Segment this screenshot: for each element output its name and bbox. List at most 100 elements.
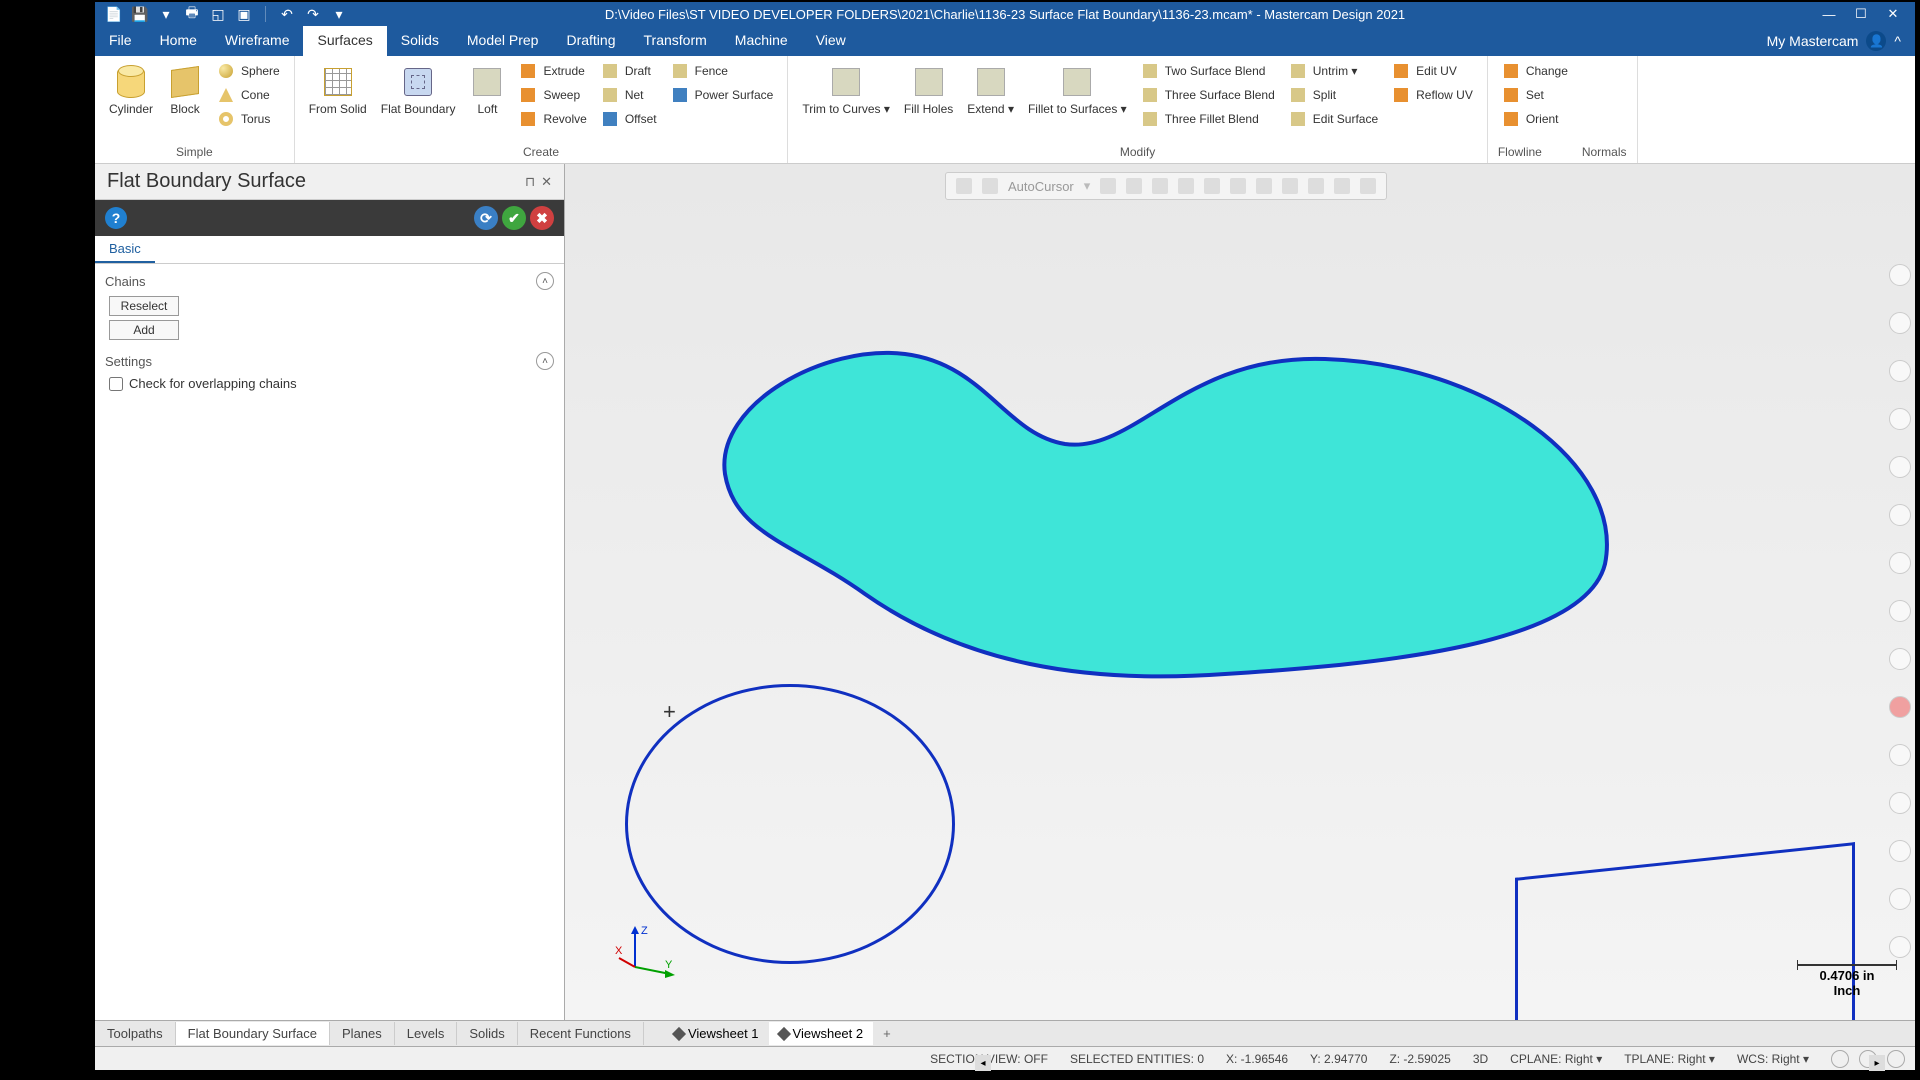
- collapse-settings-icon[interactable]: ˄: [536, 352, 554, 370]
- offset-button[interactable]: Offset: [597, 108, 661, 130]
- three-surface-blend-button[interactable]: Three Surface Blend: [1137, 84, 1279, 106]
- menu-view[interactable]: View: [802, 26, 860, 56]
- add-viewsheet-button[interactable]: +: [873, 1022, 901, 1045]
- menu-home[interactable]: Home: [146, 26, 211, 56]
- redo-icon[interactable]: ↷: [304, 5, 322, 23]
- rt-pan-icon[interactable]: [1889, 408, 1911, 430]
- snap-6-icon[interactable]: [1230, 178, 1246, 194]
- viewport[interactable]: AutoCursor ▾ +: [565, 164, 1915, 1020]
- rt-view5-icon[interactable]: [1889, 648, 1911, 670]
- block-button[interactable]: Block: [163, 60, 207, 120]
- snap-3-icon[interactable]: [1152, 178, 1168, 194]
- menu-file[interactable]: File: [95, 26, 146, 56]
- fillet-to-surfaces-button[interactable]: Fillet to Surfaces ▾: [1024, 60, 1131, 120]
- menu-solids[interactable]: Solids: [387, 26, 453, 56]
- apply-and-new-button[interactable]: ⟳: [474, 206, 498, 230]
- untrim-button[interactable]: Untrim ▾: [1285, 60, 1382, 82]
- new-file-icon[interactable]: 📄: [105, 5, 123, 23]
- snap-4-icon[interactable]: [1178, 178, 1194, 194]
- minimize-button[interactable]: —: [1815, 5, 1843, 23]
- rt-view4-icon[interactable]: [1889, 600, 1911, 622]
- rt-view2-icon[interactable]: [1889, 504, 1911, 526]
- overlap-check-row[interactable]: Check for overlapping chains: [109, 376, 550, 391]
- tab-recent-functions[interactable]: Recent Functions: [518, 1022, 644, 1045]
- menu-surfaces[interactable]: Surfaces: [303, 26, 386, 56]
- autocursor-toggle-icon[interactable]: [982, 178, 998, 194]
- cancel-button[interactable]: ✖: [530, 206, 554, 230]
- viewsheet-1-tab[interactable]: Viewsheet 1: [664, 1022, 769, 1045]
- tab-flat-boundary-surface[interactable]: Flat Boundary Surface: [176, 1022, 330, 1045]
- qat-customize-icon[interactable]: ▾: [330, 5, 348, 23]
- fill-holes-button[interactable]: Fill Holes: [900, 60, 957, 120]
- tab-basic[interactable]: Basic: [95, 236, 155, 263]
- rt-view10-icon[interactable]: [1889, 936, 1911, 958]
- rt-view7-icon[interactable]: [1889, 792, 1911, 814]
- revolve-button[interactable]: Revolve: [515, 108, 590, 130]
- sphere-button[interactable]: Sphere: [213, 60, 284, 82]
- snap-8-icon[interactable]: [1282, 178, 1298, 194]
- menu-transform[interactable]: Transform: [630, 26, 721, 56]
- ok-button[interactable]: ✔: [502, 206, 526, 230]
- tab-planes[interactable]: Planes: [330, 1022, 395, 1045]
- menu-machine[interactable]: Machine: [721, 26, 802, 56]
- tab-solids[interactable]: Solids: [457, 1022, 517, 1045]
- snap-1-icon[interactable]: [1100, 178, 1116, 194]
- snap-2-icon[interactable]: [1126, 178, 1142, 194]
- snap-9-icon[interactable]: [1308, 178, 1324, 194]
- scroll-right-icon[interactable]: ▸: [1869, 1055, 1885, 1071]
- trim-to-curves-button[interactable]: Trim to Curves ▾: [798, 60, 894, 120]
- maximize-button[interactable]: ☐: [1847, 5, 1875, 23]
- status-icon-3[interactable]: [1887, 1050, 1905, 1068]
- overlap-checkbox[interactable]: [109, 377, 123, 391]
- user-label[interactable]: My Mastercam: [1767, 33, 1859, 49]
- draft-button[interactable]: Draft: [597, 60, 661, 82]
- torus-button[interactable]: Torus: [213, 108, 284, 130]
- snap-5-icon[interactable]: [1204, 178, 1220, 194]
- panel-close-icon[interactable]: ✕: [541, 174, 552, 190]
- extrude-button[interactable]: Extrude: [515, 60, 590, 82]
- orient-button[interactable]: Orient: [1498, 108, 1572, 130]
- cone-button[interactable]: Cone: [213, 84, 284, 106]
- reselect-button[interactable]: Reselect: [109, 296, 179, 316]
- rt-delete-icon[interactable]: [1889, 696, 1911, 718]
- save-icon[interactable]: 💾: [131, 5, 149, 23]
- panel-pin-icon[interactable]: ⊓: [525, 174, 535, 190]
- rt-fit-icon[interactable]: [1889, 312, 1911, 334]
- user-avatar-icon[interactable]: 👤: [1866, 31, 1886, 51]
- help-icon[interactable]: ?: [105, 207, 127, 229]
- edit-uv-button[interactable]: Edit UV: [1388, 60, 1477, 82]
- collapse-chains-icon[interactable]: ˄: [536, 272, 554, 290]
- snap-10-icon[interactable]: [1334, 178, 1350, 194]
- rt-rotate-icon[interactable]: [1889, 360, 1911, 382]
- rt-view8-icon[interactable]: [1889, 840, 1911, 862]
- flat-boundary-button[interactable]: Flat Boundary: [377, 60, 460, 120]
- rt-zoom-icon[interactable]: [1889, 264, 1911, 286]
- print-preview-icon[interactable]: ◱: [209, 5, 227, 23]
- menu-collapse-icon[interactable]: ^: [1894, 33, 1901, 49]
- print-icon[interactable]: 🖶: [183, 5, 201, 23]
- close-button[interactable]: ✕: [1879, 5, 1907, 23]
- snap-7-icon[interactable]: [1256, 178, 1272, 194]
- undo-icon[interactable]: ↶: [278, 5, 296, 23]
- sweep-button[interactable]: Sweep: [515, 84, 590, 106]
- two-surface-blend-button[interactable]: Two Surface Blend: [1137, 60, 1279, 82]
- set-button[interactable]: Set: [1498, 84, 1572, 106]
- tab-toolpaths[interactable]: Toolpaths: [95, 1022, 176, 1045]
- snap-11-icon[interactable]: [1360, 178, 1376, 194]
- cylinder-button[interactable]: Cylinder: [105, 60, 157, 120]
- split-button[interactable]: Split: [1285, 84, 1382, 106]
- add-button[interactable]: Add: [109, 320, 179, 340]
- rt-view9-icon[interactable]: [1889, 888, 1911, 910]
- rt-view1-icon[interactable]: [1889, 456, 1911, 478]
- fence-button[interactable]: Fence: [667, 60, 778, 82]
- scroll-left-icon[interactable]: ◂: [975, 1055, 991, 1071]
- power-surface-button[interactable]: Power Surface: [667, 84, 778, 106]
- reflow-uv-button[interactable]: Reflow UV: [1388, 84, 1477, 106]
- edit-surface-button[interactable]: Edit Surface: [1285, 108, 1382, 130]
- screenshot-icon[interactable]: ▣: [235, 5, 253, 23]
- menu-model-prep[interactable]: Model Prep: [453, 26, 553, 56]
- loft-button[interactable]: Loft: [465, 60, 509, 120]
- change-button[interactable]: Change: [1498, 60, 1572, 82]
- rt-view6-icon[interactable]: [1889, 744, 1911, 766]
- tab-levels[interactable]: Levels: [395, 1022, 458, 1045]
